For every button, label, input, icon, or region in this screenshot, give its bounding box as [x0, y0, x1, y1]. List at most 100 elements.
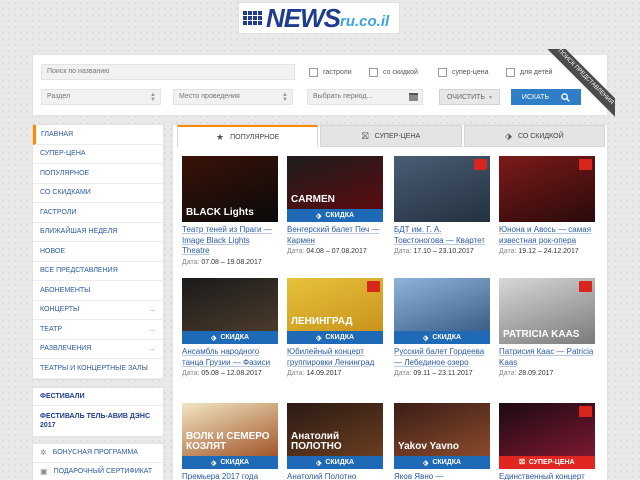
tab-super-price[interactable]: ⛝ СУПЕР-ЦЕНА [320, 125, 462, 147]
event-title-link[interactable]: Театр теней из Праги — Image Black Light… [182, 225, 278, 257]
sidebar-item-entertainment[interactable]: РАЗВЛЕЧЕНИЯ → [33, 340, 163, 359]
sidebar-item-home[interactable]: ГЛАВНАЯ [33, 125, 163, 145]
partner-logo-icon [474, 159, 487, 170]
event-title-link[interactable]: Юбилейный концерт группировки Ленинград [287, 347, 383, 368]
date-prefix: Дата: [499, 370, 517, 377]
event-card[interactable]: ⬗ СКИДКА Русский балет Гордеева — Лебедино… [394, 278, 490, 377]
event-title-link[interactable]: БДТ им. Г. А. Товстоногова — Квартет [394, 225, 490, 246]
logo-domain-text: ru.co.il [340, 12, 390, 30]
tab-discount[interactable]: ⬗ СО СКИДКОЙ [463, 125, 605, 147]
event-card[interactable]: ВОЛК И СЕМЕРО КОЗЛЯТ ⬗ СКИДКА Премьера 2017… [182, 403, 278, 480]
event-title-link[interactable]: Венгерский балет Печ — Кармен [287, 225, 383, 246]
event-date: Дата: 17.10 – 23.10.2017 [394, 248, 490, 255]
sidebar-item-tours[interactable]: ГАСТРОЛИ [33, 203, 163, 223]
clear-button[interactable]: ОЧИСТИТЬ ▾ [439, 89, 500, 105]
event-poster[interactable] [499, 156, 595, 222]
search-panel: Поиск по названию гастроли со скидкой су… [32, 49, 615, 118]
date-value: 05.08 – 12.08.2017 [201, 370, 262, 377]
tab-popular[interactable]: ★ ПОПУЛЯРНОЕ [177, 125, 319, 147]
badge-label: СКИДКА [325, 212, 355, 219]
event-poster[interactable]: PATRICIA KAAS [499, 278, 595, 344]
sidebar-item-concerts[interactable]: КОНЦЕРТЫ → [33, 301, 163, 320]
event-poster[interactable]: ЛЕНИНГРАД [287, 278, 383, 331]
star-icon: ★ [216, 131, 225, 142]
checkbox-box[interactable] [506, 68, 515, 77]
checkbox-super-price[interactable]: супер-цена [438, 68, 489, 77]
date-value: 09.11 – 23.11.2017 [413, 370, 473, 377]
date-prefix: Дата: [287, 370, 305, 377]
event-card[interactable]: ⬗ СКИДКА Ансамбль народного танца Грузии —… [182, 278, 278, 377]
checkbox-label: со скидкой [383, 69, 418, 76]
event-card[interactable]: Юнона и Авось — самая известная рок-опер… [499, 156, 595, 255]
event-title-link[interactable]: Патрисия Каас — Patricia Kaas [499, 347, 595, 368]
event-card[interactable]: BLACK Lights Театр теней из Праги — Image… [182, 156, 278, 266]
ribbon-text: ПОИСК ПРЕДСТАВЛЕНИЯ [545, 49, 615, 118]
checkbox-box[interactable] [369, 68, 378, 77]
event-poster[interactable] [394, 156, 490, 222]
event-poster[interactable]: ВОЛК И СЕМЕРО КОЗЛЯТ [182, 403, 278, 456]
event-card[interactable]: ЛЕНИНГРАД ⬗ СКИДКА Юбилейный концерт группи… [287, 278, 383, 377]
venue-select[interactable]: Место проведения ▲ ▼ [173, 89, 293, 105]
event-title-link[interactable]: Яков Явно — [394, 472, 490, 480]
site-logo[interactable]: NEWS ru.co.il [238, 2, 400, 34]
checkbox-discount[interactable]: со скидкой [369, 68, 418, 77]
event-poster[interactable]: CARMEN [287, 156, 383, 209]
sidebar-item-next-week[interactable]: БЛИЖАЙШАЯ НЕДЕЛЯ [33, 223, 163, 242]
event-date: Дата: 05.08 – 12.08.2017 [182, 370, 278, 377]
event-poster[interactable] [182, 278, 278, 331]
event-card[interactable]: Анатолий ПОЛОТНО ⬗ СКИДКА Анатолий Полотно [287, 403, 383, 480]
checkbox-box[interactable] [309, 68, 318, 77]
bonus-program-link[interactable]: ✲ БОНУСНАЯ ПРОГРАММА [33, 444, 163, 463]
partner-logo-icon [579, 406, 592, 417]
badge-label: СКИДКА [220, 459, 250, 466]
event-card[interactable]: CARMEN ⬗ СКИДКА Венгерский балет Печ — Карм… [287, 156, 383, 255]
event-poster[interactable] [499, 403, 595, 456]
period-placeholder: Выбрать период... [313, 93, 373, 100]
partner-logo-icon [579, 159, 592, 170]
event-poster[interactable]: Yakov Yavno [394, 403, 490, 456]
section-select[interactable]: Раздел ▲ ▼ [41, 89, 161, 105]
event-poster[interactable]: BLACK Lights [182, 156, 278, 222]
event-title-link[interactable]: Анатолий Полотно [287, 472, 383, 480]
event-title-link[interactable]: Русский балет Гордеева — Лебединое озеро [394, 347, 490, 368]
event-card[interactable]: БДТ им. Г. А. Товстоногова — Квартет Дата… [394, 156, 490, 255]
sidebar-item-new[interactable]: НОВОЕ [33, 242, 163, 262]
checkbox-label: гастроли [323, 69, 352, 76]
sidebar-item-popular[interactable]: ПОПУЛЯРНОЕ [33, 164, 163, 184]
partner-logo-icon [579, 281, 592, 292]
date-value: 04.08 – 07.08.2017 [306, 248, 367, 255]
sidebar-item-label: КОНЦЕРТЫ [40, 306, 80, 314]
badge-label: СКИДКА [432, 334, 462, 341]
sidebar-item-all-shows[interactable]: ВСЕ ПРЕДСТАВЛЕНИЯ [33, 262, 163, 281]
event-poster[interactable]: Анатолий ПОЛОТНО [287, 403, 383, 456]
discount-badge: ⬗ СКИДКА [287, 456, 383, 469]
event-card[interactable]: ⛝ СУПЕР-ЦЕНА Единственный концерт [499, 403, 595, 480]
sidebar-item-theatre[interactable]: ТЕАТР → [33, 320, 163, 340]
checkbox-tours[interactable]: гастроли [309, 68, 352, 77]
event-poster[interactable] [394, 278, 490, 331]
event-title-link[interactable]: Единственный концерт [499, 472, 595, 480]
logo-mark-icon [243, 7, 263, 29]
event-title-link[interactable]: Премьера 2017 года [182, 472, 278, 480]
event-card[interactable]: PATRICIA KAAS Патрисия Каас — Patricia Ka… [499, 278, 595, 377]
discount-badge: ⬗ СКИДКА [182, 456, 278, 469]
event-title-link[interactable]: Ансамбль народного танца Грузии — Фазиси [182, 347, 278, 368]
period-input[interactable]: Выбрать период... [307, 89, 423, 105]
event-title-link[interactable]: Юнона и Авось — самая известная рок-опер… [499, 225, 595, 246]
sidebar-item-venues[interactable]: ТЕАТРЫ И КОНЦЕРТНЫЕ ЗАЛЫ [33, 359, 163, 379]
tag-icon: ⬗ [210, 459, 217, 467]
checkbox-box[interactable] [438, 68, 447, 77]
event-card[interactable]: Yakov Yavno ⬗ СКИДКА Яков Явно — [394, 403, 490, 480]
search-name-input[interactable]: Поиск по названию [41, 64, 295, 80]
festival-link[interactable]: ФЕСТИВАЛЬ ТЕЛЬ-АВИВ ДЭНС 2017 [33, 406, 163, 436]
sidebar-item-subscriptions[interactable]: АБОНЕМЕНТЫ [33, 281, 163, 301]
gift-icon: ⛝ [361, 130, 369, 141]
poster-text: BLACK Lights [186, 207, 254, 218]
poster-text: CARMEN [291, 194, 335, 205]
calendar-icon[interactable] [409, 93, 418, 101]
sidebar-item-discounts[interactable]: СО СКИДКАМИ [33, 184, 163, 203]
sidebar-item-label: ТЕАТРЫ И КОНЦЕРТНЫЕ ЗАЛЫ [40, 364, 148, 372]
gift-certificate-link[interactable]: ▣ ПОДАРОЧНЫЙ СЕРТИФИКАТ [33, 463, 163, 480]
sidebar-item-super-price[interactable]: СУПЕР-ЦЕНА [33, 145, 163, 164]
date-prefix: Дата: [182, 370, 200, 377]
